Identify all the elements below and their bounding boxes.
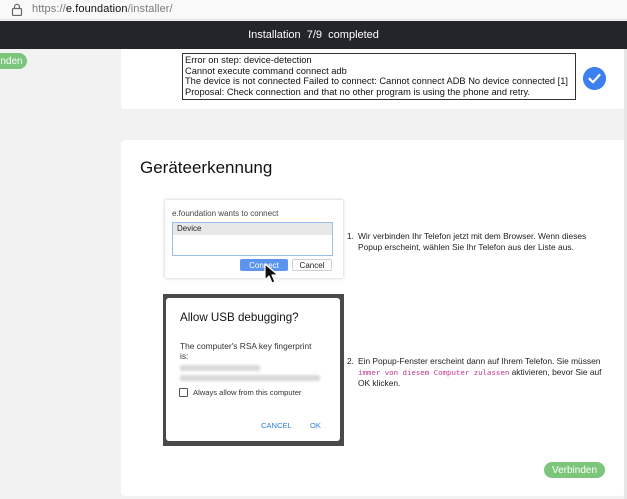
fingerprint-blur: [180, 375, 320, 381]
left-button-label: nden: [0, 55, 23, 67]
installation-status-bar: Installation 7/9 completed: [0, 21, 627, 49]
step-text: Wir verbinden Ihr Telefon jetzt mit dem …: [358, 231, 587, 252]
lock-icon: [11, 3, 23, 16]
usb-dialog-title: Allow USB debugging?: [180, 311, 299, 324]
step-number: 2.: [347, 356, 354, 366]
page-title: Geräteerkennung: [140, 158, 273, 177]
usb-dialog-body: The computer's RSA key fingerprint is:: [180, 341, 315, 361]
url-text: https://e.foundation/installer/: [32, 3, 173, 15]
url-host: e.foundation: [65, 3, 128, 15]
cancel-button-image: Cancel: [292, 259, 332, 271]
always-allow-checkbox: [179, 388, 188, 397]
error-line: Proposal: Check connection and that no o…: [185, 86, 531, 97]
step-text-before: Ein Popup-Fenster erscheint dann auf Ihr…: [358, 356, 601, 366]
usb-body-text: The computer's RSA key fingerprint is:: [180, 341, 312, 361]
usb-ok-label: OK: [310, 421, 321, 430]
step-text: Ein Popup-Fenster erscheint dann auf Ihr…: [358, 356, 607, 389]
usb-cancel-label: CANCEL: [261, 421, 292, 430]
error-line: Cannot execute command connect adb: [185, 65, 347, 76]
verbinden-label: Verbinden: [551, 464, 598, 476]
browser-url-bar[interactable]: https://e.foundation/installer/: [0, 0, 627, 20]
verbinden-button[interactable]: Verbinden: [544, 462, 605, 478]
fingerprint-blur: [180, 365, 260, 371]
error-line: Error on step: device-detection: [185, 55, 312, 65]
always-allow-label: Always allow from this computer: [193, 388, 302, 397]
error-message-box: Error on step: device-detection Cannot e…: [182, 53, 576, 100]
url-path: /installer/: [127, 3, 173, 15]
device-item-label: Device: [177, 224, 202, 233]
url-prefix: https://: [32, 3, 66, 15]
device-list-item: Device: [173, 223, 332, 235]
code-inline: immer von diesem Computer zulassen: [358, 367, 510, 377]
verbinden-button-left[interactable]: nden: [0, 53, 27, 69]
connect-dialog-title: e.foundation wants to connect: [172, 209, 279, 218]
mouse-cursor-icon: [264, 263, 279, 284]
step-number: 1.: [347, 231, 354, 241]
checkmark-icon: [583, 67, 606, 90]
cancel-label: Cancel: [299, 260, 325, 270]
status-text: Installation 7/9 completed: [248, 29, 379, 41]
error-line: The device is not connected Failed to co…: [185, 76, 568, 87]
